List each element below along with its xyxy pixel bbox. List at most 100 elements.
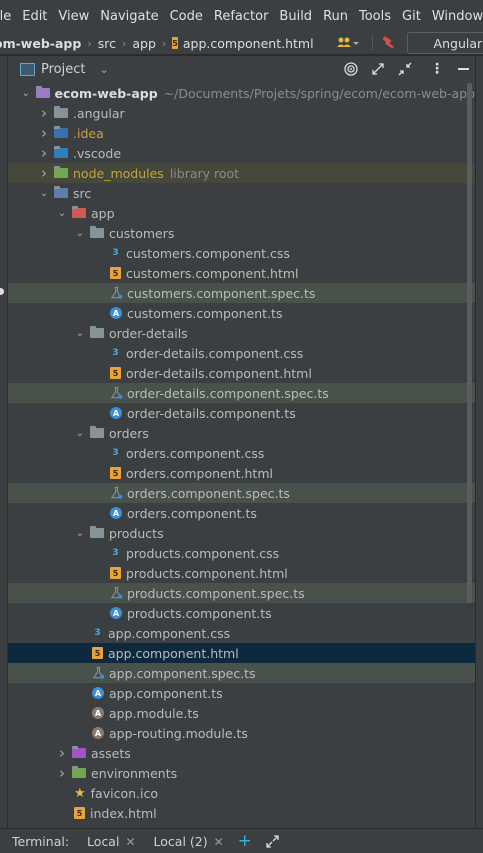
tree-folder-row[interactable]: › .vscode (8, 143, 475, 163)
tree-file-row[interactable]: products.component.spec.ts (8, 583, 475, 603)
terminal-tab-label: Local (2) (153, 833, 208, 849)
favicon-star-icon: ★ (74, 785, 86, 801)
tree-folder-row[interactable]: ⌄ ecom-web-app ~/Documents/Projets/spring/… (8, 83, 475, 103)
chevron-down-icon[interactable]: ⌄ (74, 328, 86, 339)
menu-code[interactable]: Code (170, 9, 203, 24)
tree-item-label: app-routing.module.ts (109, 725, 248, 741)
tree-folder-row[interactable]: › environments (8, 763, 475, 783)
folder-icon (90, 526, 104, 538)
breadcrumb-app[interactable]: app (132, 36, 156, 51)
tree-file-row[interactable]: Aproducts.component.ts (8, 603, 475, 623)
hide-panel-icon[interactable] (458, 68, 469, 70)
tree-item-label: environments (91, 765, 178, 781)
menu-view[interactable]: View (58, 9, 89, 24)
tree-file-row[interactable]: 5 customers.component.html (8, 263, 475, 283)
build-hammer-icon[interactable] (371, 35, 397, 51)
menu-tools[interactable]: Tools (359, 9, 391, 24)
breadcrumb-project[interactable]: om-web-app (0, 36, 81, 51)
tree-item-label: order-details.component.spec.ts (127, 385, 329, 401)
tree-file-row[interactable]: Acustomers.component.ts (8, 303, 475, 323)
tree-file-row[interactable]: order-details.component.spec.ts (8, 383, 475, 403)
tree-item-label: app.module.ts (109, 705, 199, 721)
chevron-down-icon[interactable]: ⌄ (38, 188, 50, 199)
tree-file-row[interactable]: 5 order-details.component.html (8, 363, 475, 383)
menu-window[interactable]: Window (432, 9, 483, 24)
tree-item-label: customers (109, 225, 175, 241)
chevron-down-icon[interactable]: ⌄ (56, 208, 68, 219)
tree-item-label: products.component.html (126, 565, 288, 581)
menu-build[interactable]: Build (279, 9, 312, 24)
users-dropdown-icon[interactable] (336, 36, 360, 50)
collapse-all-icon[interactable] (398, 62, 412, 76)
tree-file-row[interactable]: 3 orders.component.css (8, 443, 475, 463)
tree-file-row[interactable]: customers.component.spec.ts (8, 283, 475, 303)
menu-edit[interactable]: Edit (22, 9, 47, 24)
tree-folder-row[interactable]: ⌄ order-details (8, 323, 475, 343)
html-file-icon: 5 (110, 567, 121, 579)
tree-file-row[interactable]: 5 index.html (8, 803, 475, 823)
menu-git[interactable]: Git (402, 9, 421, 24)
tree-file-row[interactable]: ★ favicon.ico (8, 783, 475, 803)
expand-all-icon[interactable] (371, 62, 385, 76)
tree-file-row[interactable]: 5 products.component.html (8, 563, 475, 583)
breadcrumb-file[interactable]: app.component.html (183, 36, 314, 51)
menu-refactor[interactable]: Refactor (214, 9, 269, 24)
project-panel-title[interactable]: Project (41, 62, 85, 77)
menu-ile[interactable]: ile (0, 9, 11, 24)
chevron-right-icon[interactable]: › (38, 124, 50, 142)
tree-file-row[interactable]: 5 app.component.html (8, 643, 475, 663)
tree-folder-row[interactable]: ⌄ orders (8, 423, 475, 443)
tree-folder-row[interactable]: › node_modules library root (8, 163, 475, 183)
chevron-right-icon[interactable]: › (38, 104, 50, 122)
close-tab-icon[interactable]: ✕ (214, 835, 224, 849)
tree-file-row[interactable]: 3 app.component.css (8, 623, 475, 643)
angular-file-icon: A (110, 407, 122, 419)
close-tab-icon[interactable]: ✕ (125, 835, 135, 849)
menu-navigate[interactable]: Navigate (100, 9, 158, 24)
chevron-down-icon[interactable]: ⌄ (74, 228, 86, 239)
tree-scrollbar[interactable] (467, 83, 472, 603)
run-config-selector[interactable]: Angular CLI Ser (406, 32, 483, 54)
chevron-right-icon[interactable]: › (38, 164, 50, 182)
tree-item-label: app.component.css (108, 625, 231, 641)
tree-file-row[interactable]: 3 customers.component.css (8, 243, 475, 263)
breadcrumb-src[interactable]: src (98, 36, 116, 51)
tree-folder-row[interactable]: › .idea (8, 123, 475, 143)
html-file-icon: 5 (110, 367, 121, 379)
tree-folder-row[interactable]: ⌄ src (8, 183, 475, 203)
tree-file-row[interactable]: app.component.spec.ts (8, 663, 475, 683)
chevron-down-icon[interactable]: ⌄ (74, 528, 86, 539)
tree-file-row[interactable]: Aapp.component.ts (8, 683, 475, 703)
terminal-tab-local[interactable]: Local ✕ (87, 834, 135, 849)
folder-icon (90, 226, 104, 238)
chevron-right-icon[interactable]: › (38, 144, 50, 162)
tree-file-row[interactable]: Aorder-details.component.ts (8, 403, 475, 423)
new-terminal-plus-icon[interactable]: + (238, 831, 252, 851)
chevron-down-icon[interactable]: ⌄ (20, 88, 32, 99)
tree-file-row[interactable]: 3 order-details.component.css (8, 343, 475, 363)
tree-file-row[interactable]: 3 products.component.css (8, 543, 475, 563)
tree-folder-row[interactable]: › assets (8, 743, 475, 763)
tree-folder-row[interactable]: ⌄ products (8, 523, 475, 543)
tree-folder-row[interactable]: › .angular (8, 103, 475, 123)
tree-item-label: products.component.ts (127, 605, 272, 621)
options-kebab-icon[interactable]: ⋮ (430, 61, 444, 77)
tree-item-label: customers.component.css (126, 245, 290, 261)
chevron-right-icon[interactable]: › (56, 744, 68, 762)
chevron-right-icon[interactable]: › (56, 764, 68, 782)
tree-folder-row[interactable]: ⌄ app (8, 203, 475, 223)
menu-run[interactable]: Run (323, 9, 348, 24)
left-strip-indicator-icon (0, 288, 4, 295)
locate-target-icon[interactable] (344, 62, 358, 76)
terminal-tab-local-2[interactable]: Local (2) ✕ (154, 834, 224, 849)
tree-file-row[interactable]: 5 orders.component.html (8, 463, 475, 483)
chevron-down-icon[interactable]: ⌄ (74, 428, 86, 439)
tree-file-row[interactable]: Aapp.module.ts (8, 703, 475, 723)
tree-file-row[interactable]: Aorders.component.ts (8, 503, 475, 523)
view-chevron-down-icon[interactable]: ⌄ (99, 63, 108, 76)
tree-folder-row[interactable]: ⌄ customers (8, 223, 475, 243)
tree-file-row[interactable]: orders.component.spec.ts (8, 483, 475, 503)
tree-item-label: customers.component.ts (127, 305, 283, 321)
maximize-terminal-icon[interactable] (266, 834, 279, 848)
tree-file-row[interactable]: Aapp-routing.module.ts (8, 723, 475, 743)
